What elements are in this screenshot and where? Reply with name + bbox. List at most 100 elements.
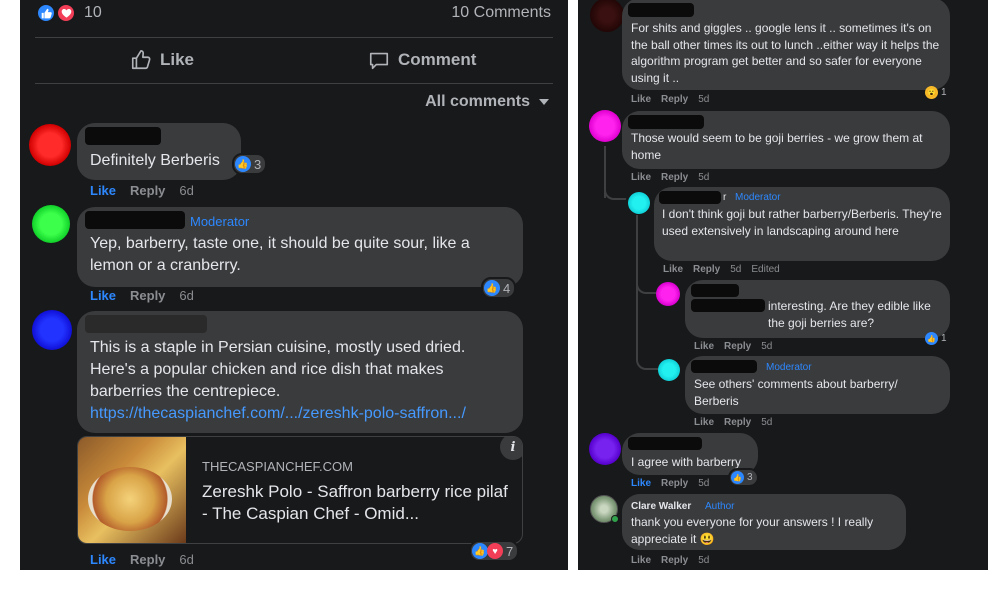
comment-timestamp[interactable]: 5d [698, 555, 709, 566]
redacted-name [691, 360, 757, 373]
comment-timestamp[interactable]: 5d [761, 417, 772, 428]
reaction-count[interactable]: 10 [84, 4, 102, 22]
comment-text: interesting. Are they edible like the go… [768, 299, 931, 330]
right-comments-panel: For shits and giggles .. google lens it … [578, 0, 988, 570]
link-preview-card[interactable]: THECASPIANCHEF.COM Zereshk Polo - Saffro… [77, 436, 523, 544]
comment-like-link[interactable]: Like [90, 288, 116, 303]
comment-text: Yep, barberry, taste one, it should be q… [90, 235, 470, 274]
like-reaction-icon: 👍 [472, 543, 488, 559]
author-name-suffix: r [723, 192, 727, 203]
comment-actions: Like Reply 5d Edited [663, 264, 780, 275]
comment-button[interactable]: Comment [368, 49, 476, 71]
comment-reply-link[interactable]: Reply [130, 183, 165, 198]
redacted-name [628, 437, 702, 450]
like-reaction-icon: 👍 [235, 156, 251, 172]
comment-like-link[interactable]: Like [631, 478, 651, 489]
comment-reaction-count[interactable]: 👍 1 [924, 331, 951, 346]
comment-reaction-count[interactable]: 👍 4 [481, 277, 517, 299]
comment-actions: Like Reply 6d [90, 183, 194, 198]
comment-reaction-count[interactable]: 👍 3 [232, 153, 268, 175]
info-icon[interactable]: i [500, 437, 522, 460]
thread-connector [636, 272, 658, 294]
thread-connector [636, 348, 658, 370]
comment-text: thank you everyone for your answers ! I … [631, 515, 874, 546]
comment-text: For shits and giggles .. google lens it … [631, 21, 940, 85]
comment-timestamp[interactable]: 5d [698, 172, 709, 183]
comment-link[interactable]: https://thecaspianchef.com/.../zereshk-p… [90, 403, 466, 425]
redacted-name [691, 284, 739, 297]
comment-actions: Like Reply 5d [631, 478, 709, 489]
redacted-name [659, 191, 721, 204]
comment-timestamp[interactable]: 6d [179, 552, 193, 567]
avatar[interactable] [32, 310, 72, 350]
comment-like-link[interactable]: Like [631, 94, 651, 105]
comment-timestamp[interactable]: 6d [179, 183, 193, 198]
comment-reply-link[interactable]: Reply [661, 478, 688, 489]
comment-like-link[interactable]: Like [694, 341, 714, 352]
comment-button-label: Comment [398, 50, 477, 69]
like-reaction-icon: 👍 [731, 471, 744, 484]
comment-reaction-count[interactable]: 😮 1 [924, 85, 951, 100]
caret-down-icon [539, 99, 549, 105]
love-reaction-icon [56, 3, 76, 23]
comment-text: I agree with barberry [631, 455, 742, 469]
comment-reaction-count[interactable]: 👍 ♥ 7 [469, 540, 520, 562]
wow-reaction-icon: 😮 [925, 86, 938, 99]
author-name[interactable]: Clare Walker [631, 501, 691, 512]
comment-reply-link[interactable]: Reply [130, 288, 165, 303]
comment-actions: Like Reply 5d [631, 172, 709, 183]
comment-like-link[interactable]: Like [663, 264, 683, 275]
redacted-name [691, 299, 765, 312]
moderator-badge: Moderator [735, 192, 781, 203]
comment-reaction-count[interactable]: 👍 3 [728, 468, 759, 487]
comments-count[interactable]: 10 Comments [451, 4, 551, 22]
comment-timestamp[interactable]: 6d [179, 288, 193, 303]
moderator-badge: Moderator [190, 214, 250, 229]
comment-text: This is a staple in Persian cuisine, mos… [90, 339, 466, 400]
avatar[interactable] [656, 282, 680, 306]
comment-text: Definitely Berberis [90, 152, 220, 169]
comment-timestamp[interactable]: 5d [730, 264, 741, 275]
comment-reply-link[interactable]: Reply [661, 555, 688, 566]
comment-reply-link[interactable]: Reply [724, 341, 751, 352]
redacted-name [85, 211, 185, 229]
avatar[interactable] [658, 359, 680, 381]
comment-text: See others' comments about barberry/ Ber… [694, 377, 898, 408]
like-button-label: Like [160, 50, 195, 69]
link-preview-domain: THECASPIANCHEF.COM [202, 459, 353, 474]
comment-reply-link[interactable]: Reply [724, 417, 751, 428]
comment-like-link[interactable]: Like [631, 555, 651, 566]
comment-reply-link[interactable]: Reply [661, 172, 688, 183]
avatar[interactable] [589, 110, 621, 142]
avatar[interactable] [589, 433, 621, 465]
avatar[interactable] [628, 192, 650, 214]
comment-timestamp[interactable]: 5d [698, 478, 709, 489]
thread-connector [604, 180, 626, 200]
redacted-name [85, 127, 161, 145]
comment-reply-link[interactable]: Reply [693, 264, 720, 275]
like-reaction-icon: 👍 [484, 280, 500, 296]
comment-like-link[interactable]: Like [694, 417, 714, 428]
comment-actions: Like Reply 5d [631, 555, 709, 566]
online-status-dot [611, 515, 619, 523]
avatar[interactable] [29, 124, 71, 166]
comment-like-link[interactable]: Like [90, 183, 116, 198]
comment-filter-dropdown[interactable]: All comments [425, 93, 550, 111]
comment-timestamp[interactable]: 5d [698, 94, 709, 105]
comment-like-link[interactable]: Like [90, 552, 116, 567]
comment-text: I don't think goji but rather barberry/B… [662, 207, 942, 238]
comment-timestamp[interactable]: 5d [761, 341, 772, 352]
comment-actions: Like Reply 5d [694, 341, 772, 352]
comment-text: Those would seem to be goji berries - we… [631, 131, 923, 162]
comment-reply-link[interactable]: Reply [130, 552, 165, 567]
comment-filter-label: All comments [425, 93, 530, 110]
avatar[interactable] [590, 0, 624, 32]
redacted-name [628, 115, 704, 129]
comment-actions: Like Reply 6d [90, 552, 194, 567]
comment-reply-link[interactable]: Reply [661, 94, 688, 105]
comment-like-link[interactable]: Like [631, 172, 651, 183]
like-button[interactable]: Like [130, 49, 194, 71]
avatar[interactable] [32, 205, 70, 243]
top-divider [35, 37, 553, 38]
left-comments-panel: 10 10 Comments Like Comment All comments… [20, 0, 568, 570]
